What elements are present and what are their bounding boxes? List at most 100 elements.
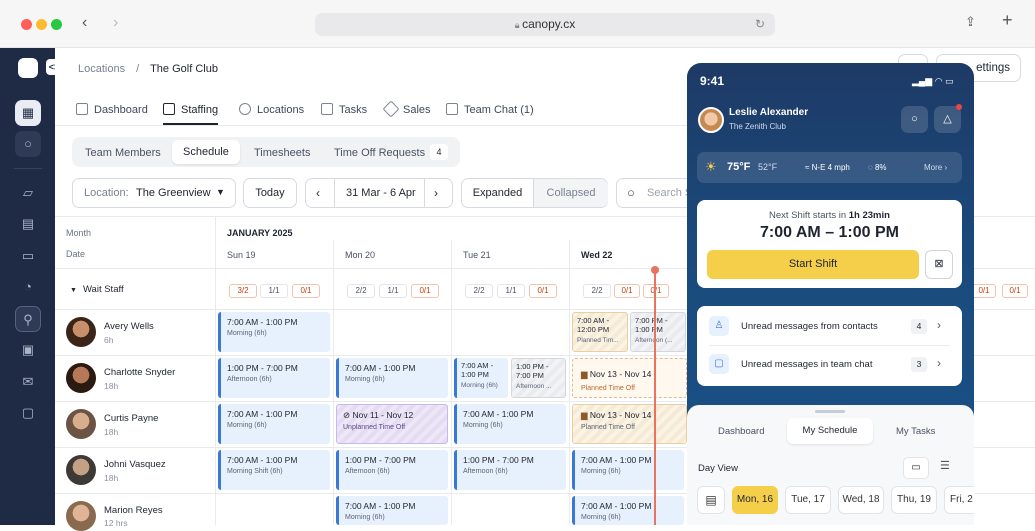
shift-time: 1:00 PM - 7:00 PM <box>516 362 549 380</box>
location-prefix: Location: <box>84 187 129 199</box>
url-text: canopy.cx <box>522 17 576 31</box>
chevron-right-icon[interactable]: › <box>937 318 941 332</box>
clipboard-icon <box>163 103 175 115</box>
day-chip[interactable]: Fri, 2 <box>944 486 974 514</box>
time-off-block[interactable]: ▆ Nov 13 - Nov 14 Planned Time Off <box>572 358 687 398</box>
coverage-badge: 2/2 <box>583 284 611 298</box>
reload-icon[interactable]: ↻ <box>755 13 765 36</box>
shift-block[interactable]: 1:00 PM - 7:00 PM Afternoon (6h) <box>454 450 566 490</box>
user-avatar[interactable] <box>698 107 724 133</box>
phone-tab-my-tasks[interactable]: My Tasks <box>896 426 935 437</box>
day-view-label: Day View <box>698 463 738 474</box>
day-chip[interactable]: Wed, 18 <box>838 486 884 514</box>
shift-type: Afternoon (6h) <box>463 468 508 475</box>
calendar-icon[interactable]: ▤ <box>697 486 725 514</box>
month-label: Month <box>66 228 92 238</box>
day-chip[interactable]: Mon, 16 <box>732 486 778 514</box>
more-link[interactable]: More › <box>924 163 947 172</box>
time-off-block[interactable]: ▆ Nov 13 - Nov 14 Planned Time Off <box>572 404 687 444</box>
maximize-window-button[interactable] <box>51 19 62 30</box>
share-icon[interactable]: ⇪ <box>965 14 976 30</box>
time-off-block[interactable]: ⊘ Nov 11 - Nov 12 Unplanned Time Off <box>336 404 448 444</box>
shift-block[interactable]: 7:00 AM - 1:00 PM Morning (6h) <box>572 450 684 490</box>
collapsed-button[interactable]: Collapsed <box>534 179 608 207</box>
shift-time: 7:00 AM - 1:00 PM <box>345 363 416 373</box>
shift-block[interactable]: 7:00 AM - 1:00 PM Morning (6h) <box>454 404 566 444</box>
shift-block[interactable]: 7:00 AM - 1:00 PM Morning (6h) <box>218 404 330 444</box>
date-range-picker[interactable]: ‹ 31 Mar - 6 Apr › <box>305 178 453 208</box>
breadcrumb-separator: / <box>136 63 140 75</box>
chat-icon[interactable]: ▢ <box>15 400 41 426</box>
search-icon[interactable]: ○ <box>901 106 928 133</box>
day-chip[interactable]: Thu, 19 <box>891 486 937 514</box>
minimize-window-button[interactable] <box>36 19 47 30</box>
shift-block[interactable]: 7:00 PM - 1:00 PM Afternoon (... <box>630 312 686 352</box>
tab-tasks[interactable]: Tasks <box>321 103 367 125</box>
tab-locations[interactable]: Locations <box>239 103 304 125</box>
shift-block[interactable]: 7:00 AM - 12:00 PM Planned Tim... <box>572 312 628 352</box>
employee-name[interactable]: Curtis Payne <box>104 413 158 424</box>
search-icon[interactable]: ○ <box>15 131 41 157</box>
message-row-label[interactable]: Unread messages from contacts <box>741 321 878 332</box>
shift-block[interactable]: 7:00 AM - 1:00 PM Morning (6h) <box>572 496 684 525</box>
weather-wind: N-E 4 mph <box>811 163 850 172</box>
single-view-icon[interactable]: ▭ <box>903 457 929 479</box>
day-chip[interactable]: Tue, 17 <box>785 486 831 514</box>
subtab-time-off[interactable]: Time Off Requests <box>334 147 425 159</box>
shift-block[interactable]: 7:00 AM - 1:00 PM Morning (6h) <box>454 358 508 398</box>
shift-block[interactable]: 7:00 AM - 1:00 PM Morning (6h) <box>218 312 330 352</box>
mail-icon[interactable]: ✉ <box>15 369 41 395</box>
current-time-line <box>654 268 656 525</box>
phone-tab-my-schedule[interactable]: My Schedule <box>787 418 873 444</box>
tab-team-chat[interactable]: Team Chat (1) <box>446 103 534 125</box>
tab-sales[interactable]: Sales <box>382 100 431 125</box>
tab-staffing[interactable]: Staffing <box>163 103 219 125</box>
subtab-timesheets[interactable]: Timesheets <box>254 147 310 159</box>
archive-icon[interactable]: ▣ <box>15 337 41 363</box>
shift-block[interactable]: 7:00 AM - 1:00 PM Morning (6h) <box>336 358 448 398</box>
employee-name[interactable]: Johni Vasquez <box>104 459 166 470</box>
subtab-team-members[interactable]: Team Members <box>85 147 161 159</box>
address-bar[interactable]: 🔒︎ canopy.cx ↻ <box>315 13 775 36</box>
location-icon[interactable]: ⚲ <box>15 306 41 332</box>
expanded-button[interactable]: Expanded <box>462 179 534 207</box>
employee-name[interactable]: Avery Wells <box>104 321 154 332</box>
dashboard-icon[interactable]: ▱ <box>15 180 41 206</box>
employee-name[interactable]: Marion Reyes <box>104 505 163 516</box>
subtab-schedule[interactable]: Schedule <box>172 140 240 164</box>
shift-time: 7:00 AM - 1:00 PM <box>581 501 652 511</box>
users-icon[interactable]: ◔ <box>15 274 41 300</box>
stack-view-icon[interactable]: ☰ <box>940 459 950 472</box>
next-week-icon[interactable]: › <box>434 186 438 200</box>
lock-icon: 🔒︎ <box>514 20 523 30</box>
shift-block[interactable]: 1:00 PM - 7:00 PM Afternoon ... <box>511 358 566 398</box>
forward-icon[interactable]: › <box>113 14 118 32</box>
close-window-button[interactable] <box>21 19 32 30</box>
shift-block[interactable]: 1:00 PM - 7:00 PM Afternoon (6h) <box>336 450 448 490</box>
tab-dashboard[interactable]: Dashboard <box>76 103 148 125</box>
sheet-handle[interactable] <box>815 410 845 413</box>
location-select[interactable]: Location: The Greenview ▼ <box>72 178 236 208</box>
shift-block[interactable]: 7:00 AM - 1:00 PM Morning Shift (6h) <box>218 450 330 490</box>
tab-label: Tasks <box>339 104 368 116</box>
message-row-label[interactable]: Unread messages in team chat <box>741 359 872 370</box>
breadcrumb-root[interactable]: Locations <box>78 63 125 75</box>
prev-week-icon[interactable]: ‹ <box>316 186 320 200</box>
bell-icon[interactable]: △ <box>934 106 961 133</box>
new-tab-icon[interactable]: + <box>1002 10 1013 31</box>
phone-tab-dashboard[interactable]: Dashboard <box>718 426 764 437</box>
calendar-icon[interactable]: ▭ <box>15 243 41 269</box>
staffing-icon[interactable]: ▤ <box>15 211 41 237</box>
shift-block[interactable]: 7:00 AM - 1:00 PM Morning (6h) <box>336 496 448 525</box>
start-shift-button[interactable]: Start Shift <box>707 250 919 279</box>
shift-block[interactable]: 1:00 PM - 7:00 PM Afternoon (6h) <box>218 358 330 398</box>
today-button[interactable]: Today <box>243 178 297 208</box>
back-icon[interactable]: ‹ <box>82 14 87 32</box>
coverage-badge: 0/1 <box>643 284 669 298</box>
chevron-right-icon[interactable]: › <box>937 356 941 370</box>
chart-icon <box>76 103 88 115</box>
group-row-wait-staff[interactable]: ▼ Wait Staff <box>70 284 124 295</box>
employee-name[interactable]: Charlotte Snyder <box>104 367 175 378</box>
home-icon[interactable]: ▦ <box>15 100 41 126</box>
cancel-shift-icon[interactable]: ⊠ <box>925 250 953 279</box>
